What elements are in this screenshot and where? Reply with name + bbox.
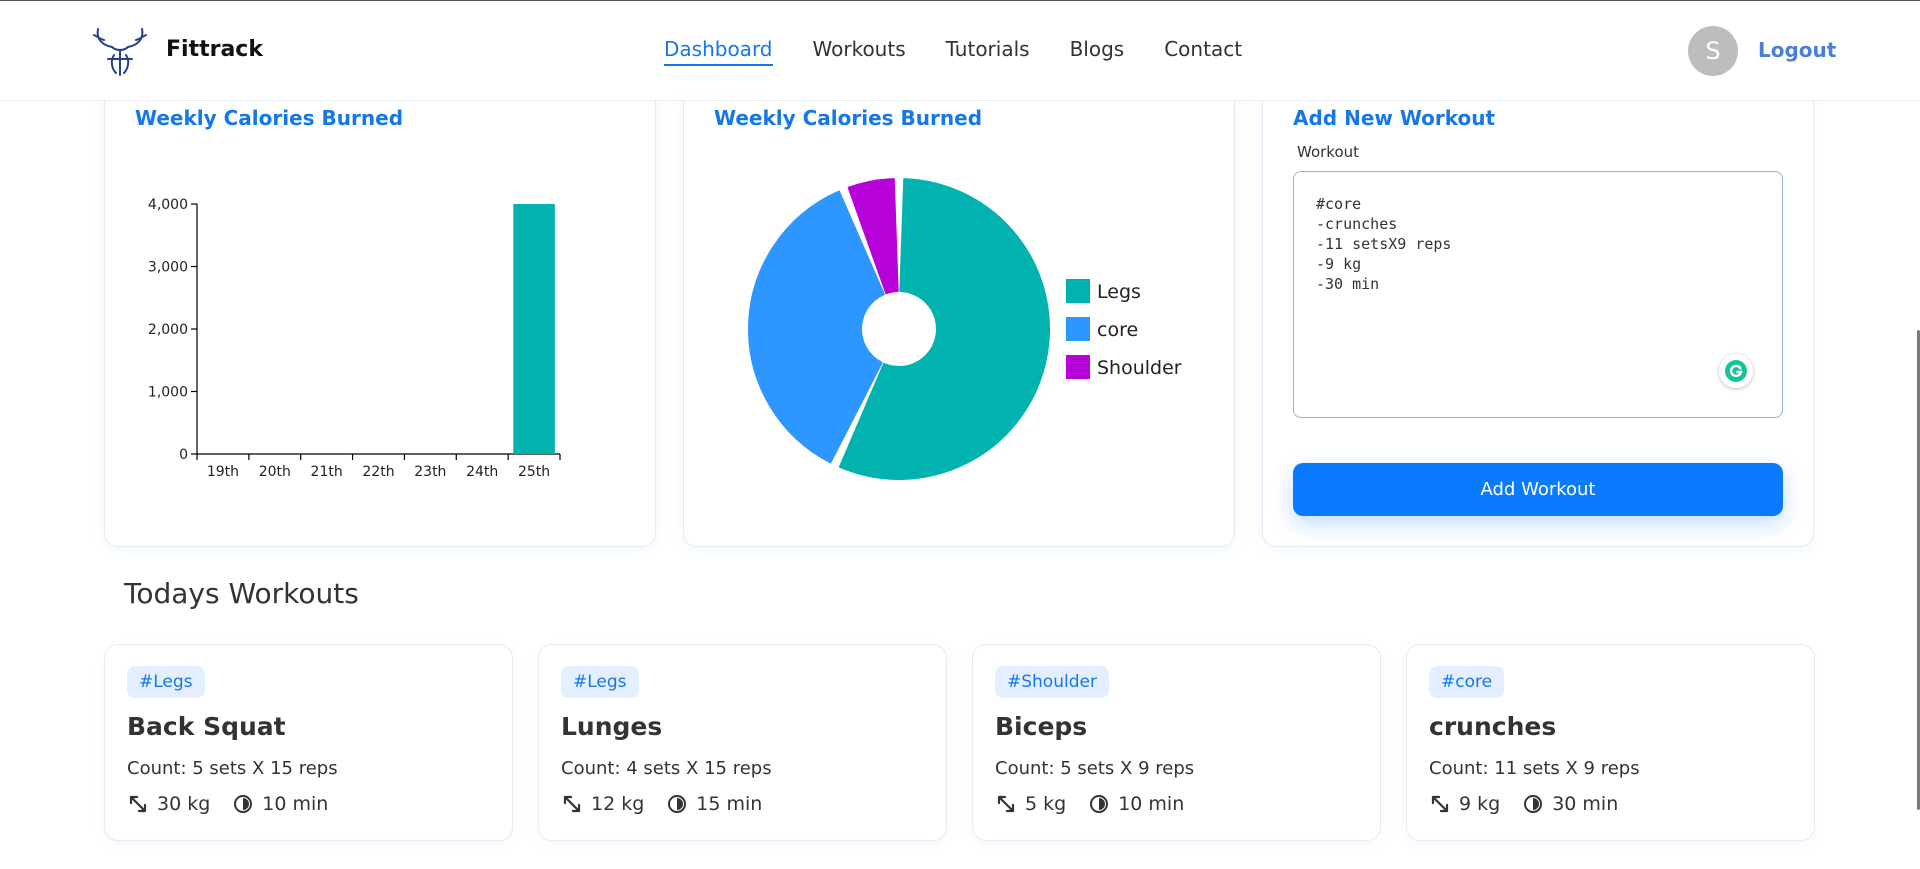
nav-dashboard[interactable]: Dashboard — [664, 37, 773, 66]
grammarly-icon[interactable] — [1719, 354, 1753, 388]
category-tag: #core — [1429, 666, 1505, 698]
weight-arrow-icon — [129, 795, 147, 813]
workout-duration: 10 min — [1118, 793, 1185, 815]
legend-label: Legs — [1097, 281, 1141, 303]
workout-meta: 5 kg 10 min — [995, 793, 1184, 815]
workout-field-label: Workout — [1297, 143, 1360, 161]
category-tag: #Legs — [561, 666, 639, 698]
workout-meta: 30 kg 10 min — [127, 793, 328, 815]
workout-duration: 15 min — [696, 793, 763, 815]
timer-icon — [1090, 795, 1109, 813]
workout-name: crunches — [1429, 712, 1557, 741]
workout-duration: 10 min — [262, 793, 329, 815]
workout-name: Biceps — [995, 712, 1088, 741]
workout-count: Count: 5 sets X 15 reps — [127, 758, 338, 779]
weight-arrow-icon — [563, 795, 581, 813]
weight-arrow-icon — [1431, 795, 1449, 813]
deer-logo-icon[interactable] — [92, 25, 148, 79]
workout-duration: 30 min — [1552, 793, 1619, 815]
workout-weight: 5 kg — [1025, 793, 1067, 815]
workout-card[interactable]: #core crunches Count: 11 sets X 9 reps 9… — [1406, 644, 1815, 841]
legend-swatch — [1066, 279, 1090, 303]
add-workout-title: Add New Workout — [1293, 106, 1496, 130]
timer-icon — [234, 795, 253, 813]
workout-textarea[interactable] — [1293, 171, 1783, 418]
nav-contact[interactable]: Contact — [1164, 37, 1242, 66]
workout-card[interactable]: #Shoulder Biceps Count: 5 sets X 9 reps … — [972, 644, 1381, 841]
category-tag: #Legs — [127, 666, 205, 698]
nav-blogs[interactable]: Blogs — [1070, 37, 1125, 66]
nav-workouts[interactable]: Workouts — [813, 37, 906, 66]
legend-swatch — [1066, 355, 1090, 379]
workout-meta: 12 kg 15 min — [561, 793, 762, 815]
legend-label: core — [1097, 319, 1138, 341]
workout-card[interactable]: #Legs Back Squat Count: 5 sets X 15 reps… — [104, 644, 513, 841]
workout-count: Count: 11 sets X 9 reps — [1429, 758, 1640, 779]
timer-icon — [668, 795, 687, 813]
timer-icon — [1524, 795, 1543, 813]
legend-label: Shoulder — [1097, 357, 1182, 379]
legend-swatch — [1066, 317, 1090, 341]
workout-weight: 9 kg — [1459, 793, 1501, 815]
category-tag: #Shoulder — [995, 666, 1109, 698]
logout-link[interactable]: Logout — [1758, 38, 1836, 62]
workout-weight: 12 kg — [591, 793, 645, 815]
todays-workouts-title: Todays Workouts — [124, 577, 359, 610]
nav-tutorials[interactable]: Tutorials — [946, 37, 1030, 66]
weight-arrow-icon — [997, 795, 1015, 813]
add-workout-button[interactable]: Add Workout — [1293, 463, 1783, 516]
workout-card[interactable]: #Legs Lunges Count: 4 sets X 15 reps 12 … — [538, 644, 947, 841]
main-nav: Dashboard Workouts Tutorials Blogs Conta… — [664, 37, 1282, 66]
workout-name: Lunges — [561, 712, 663, 741]
workout-weight: 30 kg — [157, 793, 211, 815]
workout-name: Back Squat — [127, 712, 286, 741]
avatar[interactable]: S — [1688, 26, 1738, 76]
workout-count: Count: 4 sets X 15 reps — [561, 758, 772, 779]
workout-meta: 9 kg 30 min — [1429, 793, 1618, 815]
brand-name[interactable]: Fittrack — [166, 37, 263, 62]
top-navbar: Fittrack Dashboard Workouts Tutorials Bl… — [0, 0, 1920, 101]
workout-count: Count: 5 sets X 9 reps — [995, 758, 1195, 779]
